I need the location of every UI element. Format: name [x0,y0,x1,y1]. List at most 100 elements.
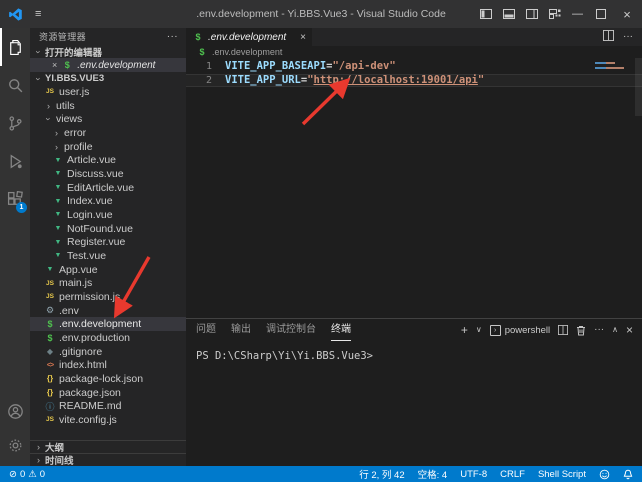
minimize-button[interactable]: — [566,0,589,28]
toggle-panel-icon[interactable] [497,0,520,28]
tree-item-Discuss.vue[interactable]: ▼Discuss.vue [30,167,186,181]
tree-item-profile[interactable]: ›profile [30,140,186,154]
toggle-sidebar-icon[interactable] [474,0,497,28]
vue-file-icon: ▼ [52,239,64,246]
tree-item-Article.vue[interactable]: ▼Article.vue [30,153,186,167]
terminal-output[interactable]: PS D:\CSharp\Yi\Yi.BBS.Vue3> [186,341,642,466]
tree-item-Register.vue[interactable]: ▼Register.vue [30,235,186,249]
terminal-icon: › [490,325,501,336]
settings-gear-icon[interactable] [0,428,30,462]
terminal-prompt: PS D:\CSharp\Yi\Yi.BBS.Vue3> [196,350,373,362]
maximize-button[interactable] [589,0,612,28]
tab-bar: $ .env.development × ··· [186,28,642,46]
tree-item-README.md[interactable]: ⓘREADME.md [30,399,186,413]
notifications-bell-icon[interactable] [623,469,633,480]
tree-item-package.json[interactable]: {}package.json [30,386,186,400]
tree-item-views[interactable]: ›views [30,112,186,126]
feedback-smiley-icon[interactable] [599,469,610,480]
language-mode[interactable]: Shell Script [538,469,586,480]
shell-file-icon: $ [44,319,56,329]
tree-item-user.js[interactable]: JSuser.js [30,85,186,99]
tree-item-package-lock.json[interactable]: {}package-lock.json [30,372,186,386]
tab-close-icon[interactable]: × [300,32,306,43]
tree-item-Login.vue[interactable]: ▼Login.vue [30,208,186,222]
tree-item-permission.js[interactable]: JSpermission.js [30,290,186,304]
open-editor-item[interactable]: × $ .env.development [30,58,186,72]
kill-terminal-trash-icon[interactable] [576,325,586,336]
editor-more-actions-icon[interactable]: ··· [623,32,633,42]
code-line-1[interactable]: 1VITE_APP_BASEAPI="/api-dev" [186,60,642,74]
panel-more-actions-icon[interactable]: ··· [594,325,604,335]
file-label: profile [64,141,93,153]
tree-item-utils[interactable]: ›utils [30,99,186,113]
shell-file-icon: $ [44,333,56,343]
breadcrumb[interactable]: $ .env.development [186,46,642,58]
code-line-2[interactable]: 2VITE_APP_URL="http://localhost:19001/ap… [186,74,642,88]
source-control-icon[interactable] [0,104,30,142]
eol-sequence[interactable]: CRLF [500,469,525,480]
encoding[interactable]: UTF-8 [460,469,487,480]
terminal-profile-dropdown-icon[interactable]: ∨ [476,326,482,334]
code-lines: 1VITE_APP_BASEAPI="/api-dev"2VITE_APP_UR… [186,60,642,87]
tree-item-Index.vue[interactable]: ▼Index.vue [30,194,186,208]
minimap[interactable] [593,60,629,120]
tree-item-.gitignore[interactable]: ◆.gitignore [30,345,186,359]
close-editor-icon[interactable]: × [52,60,57,70]
menu-icon[interactable]: ≡ [35,9,41,20]
tree-item-Test.vue[interactable]: ▼Test.vue [30,249,186,263]
views-more-actions-icon[interactable]: ··· [167,31,178,42]
project-root-section[interactable]: › YI.BBS.VUE3 [30,72,186,85]
panel-tab-终端[interactable]: 终端 [331,319,351,341]
close-panel-icon[interactable]: × [626,324,633,336]
vue-file-icon: ▼ [52,170,64,177]
panel-tabs: 问题输出调试控制台终端 [196,319,366,341]
tree-item-error[interactable]: ›error [30,126,186,140]
tree-item-.env[interactable]: ⚙.env [30,304,186,318]
outline-section[interactable]: › 大纲 [30,440,186,453]
panel-tab-调试控制台[interactable]: 调试控制台 [266,319,316,341]
split-editor-icon[interactable] [603,28,614,46]
warnings-icon: ⚠ [28,469,37,480]
tree-item-NotFound.vue[interactable]: ▼NotFound.vue [30,222,186,236]
chevron-down-icon: › [44,115,54,124]
breadcrumb-filename: .env.development [212,47,282,57]
customize-layout-icon[interactable] [543,0,566,28]
tree-item-index.html[interactable]: <>index.html [30,358,186,372]
tree-item-vite.config.js[interactable]: JSvite.config.js [30,413,186,427]
js-file-icon: JS [44,88,56,95]
problems-status[interactable]: ⊘ 0 ⚠ 0 [9,469,45,480]
split-terminal-icon[interactable] [558,325,568,335]
tab-env-development[interactable]: $ .env.development × [186,28,312,46]
cursor-position[interactable]: 行 2, 列 42 [359,467,404,481]
search-icon[interactable] [0,66,30,104]
file-label: package.json [59,387,121,399]
explorer-sidebar: 资源管理器 ··· › 打开的编辑器 × $ .env.development … [30,28,186,466]
editor-scrollbar[interactable] [635,58,642,116]
timeline-section[interactable]: › 时间线 [30,453,186,466]
tree-item-.env.production[interactable]: $.env.production [30,331,186,345]
close-button[interactable]: × [612,0,642,28]
chevron-right-icon: › [34,455,43,465]
line-number: 2 [186,74,212,88]
file-label: App.vue [59,264,98,276]
tree-item-App.vue[interactable]: ▼App.vue [30,263,186,277]
extensions-icon[interactable]: 1 [0,180,30,218]
run-debug-icon[interactable] [0,142,30,180]
toggle-secondary-sidebar-icon[interactable] [520,0,543,28]
code-editor[interactable]: 1VITE_APP_BASEAPI="/api-dev"2VITE_APP_UR… [186,58,642,318]
title-bar: ≡ .env.development - Yi.BBS.Vue3 - Visua… [0,0,642,28]
file-label: .env [59,305,79,317]
panel-tab-问题[interactable]: 问题 [196,319,216,341]
indentation[interactable]: 空格: 4 [418,467,448,481]
terminal-picker[interactable]: › powershell [490,325,550,336]
maximize-panel-icon[interactable]: ∧ [612,326,618,334]
new-terminal-icon[interactable]: + [461,324,468,336]
panel-tab-输出[interactable]: 输出 [231,319,251,341]
tree-item-EditArticle.vue[interactable]: ▼EditArticle.vue [30,181,186,195]
account-icon[interactable] [0,394,30,428]
file-label: README.md [59,400,121,412]
explorer-icon[interactable] [0,28,30,66]
tree-item-.env.development[interactable]: $.env.development [30,317,186,331]
open-editors-section[interactable]: › 打开的编辑器 [30,45,186,58]
tree-item-main.js[interactable]: JSmain.js [30,276,186,290]
